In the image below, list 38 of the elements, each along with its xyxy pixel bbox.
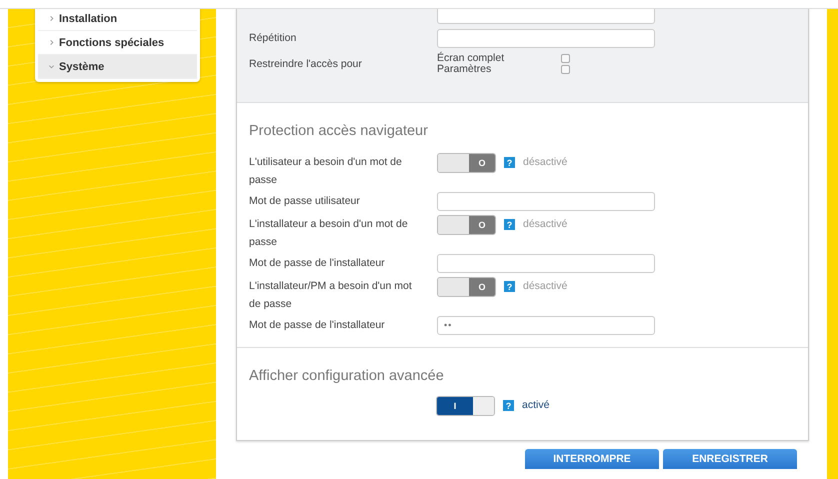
- help-icon[interactable]: ?: [503, 400, 514, 411]
- status-text: désactivé: [523, 218, 568, 230]
- status-text: désactivé: [523, 280, 568, 292]
- save-button[interactable]: ENREGISTRER: [663, 449, 797, 469]
- toggle-switch[interactable]: O: [437, 215, 496, 235]
- toggle-switch[interactable]: O: [437, 277, 496, 297]
- field-label: Mot de passe de l'installateur: [249, 257, 385, 269]
- option-label: Écran complet: [437, 53, 506, 64]
- option-label: Paramètres: [437, 64, 492, 75]
- help-icon[interactable]: ?: [504, 219, 515, 230]
- field-label: Mot de passe de l'installateur: [249, 319, 385, 331]
- toggle-switch[interactable]: O: [437, 153, 496, 173]
- field-label: L'installateur a besoin d'un mot de passe: [249, 218, 408, 248]
- cancel-button[interactable]: INTERROMPRE: [525, 449, 659, 469]
- help-icon[interactable]: ?: [504, 281, 515, 292]
- field-label: Mot de passe utilisateur: [249, 195, 360, 207]
- field-label: Restreindre l'accès pour: [249, 58, 362, 70]
- password-field[interactable]: [437, 192, 655, 210]
- input-field[interactable]: [437, 9, 655, 24]
- toggle-switch[interactable]: I: [436, 396, 495, 416]
- status-text: activé: [522, 399, 550, 411]
- chevron-down-icon: [48, 63, 55, 70]
- chevron-right-icon: [48, 15, 55, 22]
- sidebar-item[interactable]: Installation: [38, 9, 197, 31]
- field-label: Répétition: [249, 32, 296, 44]
- chevron-right-icon: [48, 39, 55, 46]
- status-text: désactivé: [523, 156, 568, 168]
- field-label: L'utilisateur a besoin d'un mot de passe: [249, 156, 402, 186]
- section-title: Protection accès navigateur: [249, 122, 429, 141]
- sidebar-item[interactable]: Système: [38, 55, 197, 79]
- checkbox[interactable]: [561, 54, 570, 63]
- password-field[interactable]: [437, 254, 655, 272]
- password-field[interactable]: ••: [437, 316, 655, 334]
- section-title: Afficher configuration avancée: [249, 367, 445, 386]
- checkbox[interactable]: [561, 65, 570, 74]
- help-icon[interactable]: ?: [504, 157, 515, 168]
- field-label: L'installateur/PM a besoin d'un mot de passe: [249, 280, 412, 310]
- input-field[interactable]: [437, 28, 655, 48]
